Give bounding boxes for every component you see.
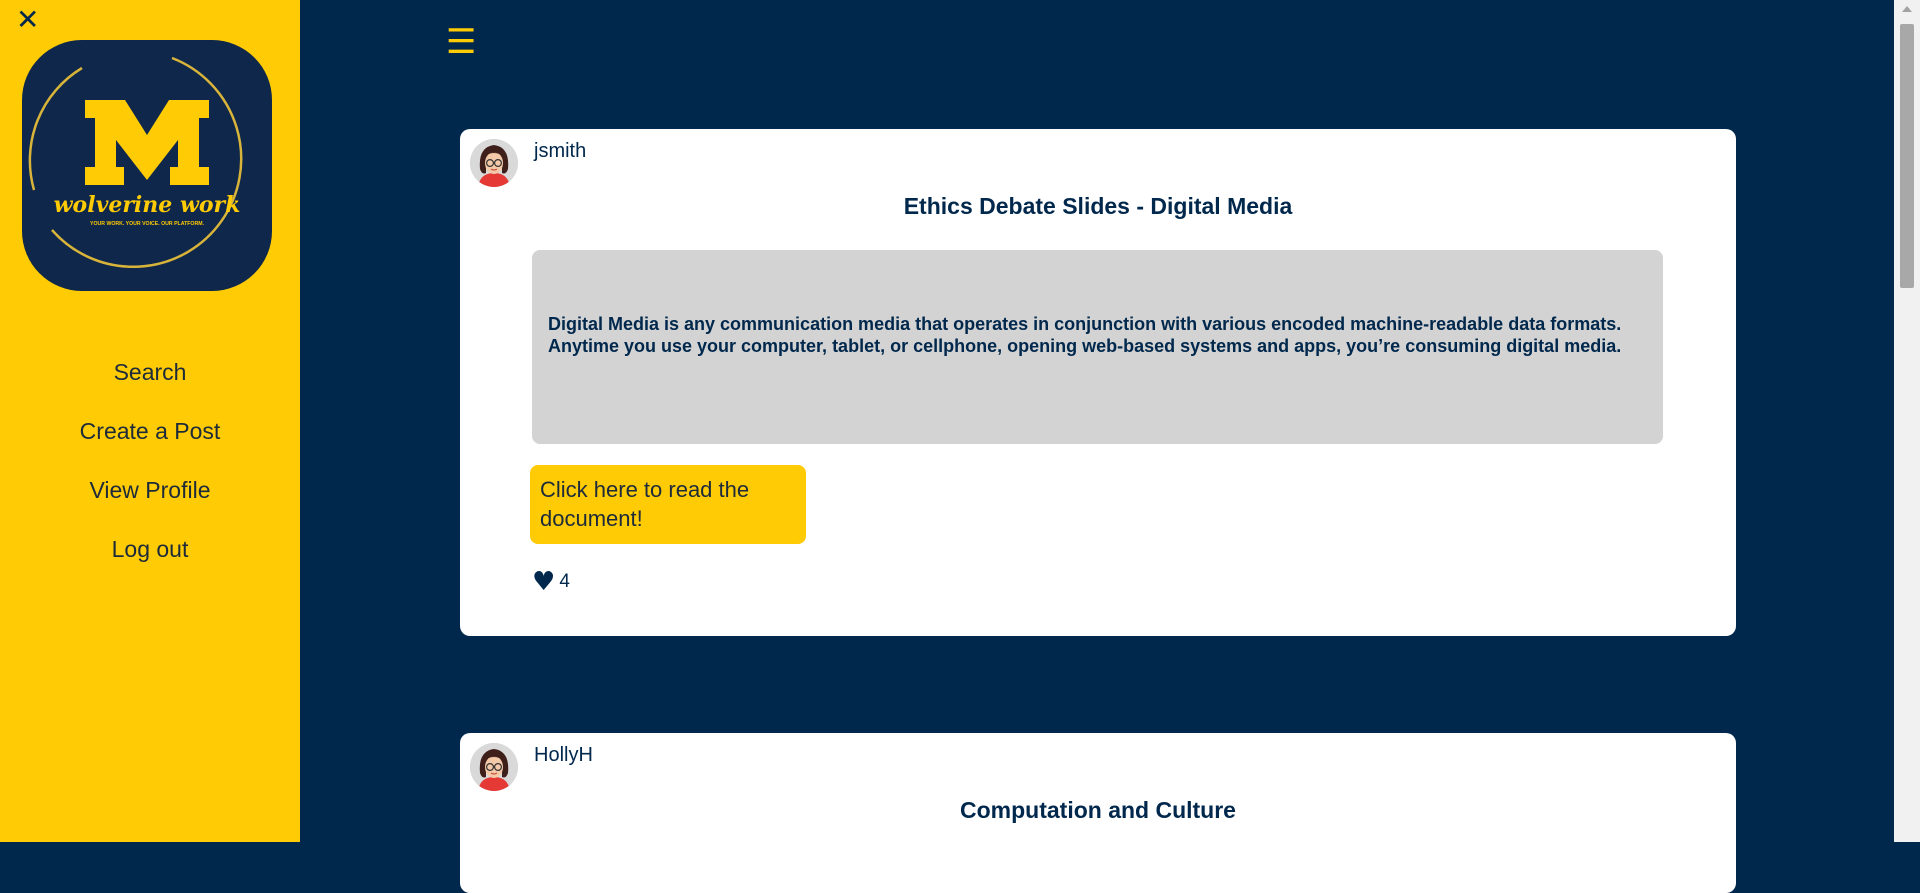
sidebar-item-search[interactable]: Search	[0, 343, 300, 402]
close-icon[interactable]: ✕	[16, 6, 39, 34]
post-excerpt: Digital Media is any communication media…	[532, 250, 1663, 444]
sidebar-item-log-out[interactable]: Log out	[0, 520, 300, 579]
heart-icon[interactable]: ♥	[532, 567, 555, 597]
post-card: jsmith Ethics Debate Slides - Digital Me…	[460, 129, 1736, 636]
avatar[interactable]	[470, 139, 518, 187]
scrollbar[interactable]	[1894, 0, 1920, 842]
scroll-up-arrow-icon[interactable]	[1902, 6, 1912, 12]
scrollbar-thumb[interactable]	[1900, 24, 1914, 288]
post-username[interactable]: jsmith	[534, 140, 586, 163]
like-count: 4	[559, 571, 570, 592]
logo-tagline: YOUR WORK. YOUR VOICE. OUR PLATFORM.	[90, 221, 204, 227]
post-card: HollyH Computation and Culture	[460, 733, 1736, 893]
sidebar: ✕ wolverine work YOUR WORK. YOUR VOICE. …	[0, 0, 300, 842]
sidebar-nav: Search Create a Post View Profile Log ou…	[0, 343, 300, 579]
avatar[interactable]	[470, 743, 518, 791]
like-counter: ♥ 4	[532, 567, 570, 597]
main-content: ☰ jsmith Ethics Debate Slides - Digital …	[300, 0, 1894, 893]
menu-icon[interactable]: ☰	[446, 24, 476, 60]
sidebar-item-view-profile[interactable]: View Profile	[0, 461, 300, 520]
read-document-button[interactable]: Click here to read the document!	[530, 465, 806, 544]
logo-script-text: wolverine work	[54, 192, 241, 218]
post-title: Ethics Debate Slides - Digital Media	[903, 193, 1293, 219]
sidebar-item-create-post[interactable]: Create a Post	[0, 402, 300, 461]
wolverine-work-logo: wolverine work YOUR WORK. YOUR VOICE. OU…	[22, 40, 272, 291]
post-title: Computation and Culture	[960, 797, 1236, 823]
post-username[interactable]: HollyH	[534, 744, 593, 767]
